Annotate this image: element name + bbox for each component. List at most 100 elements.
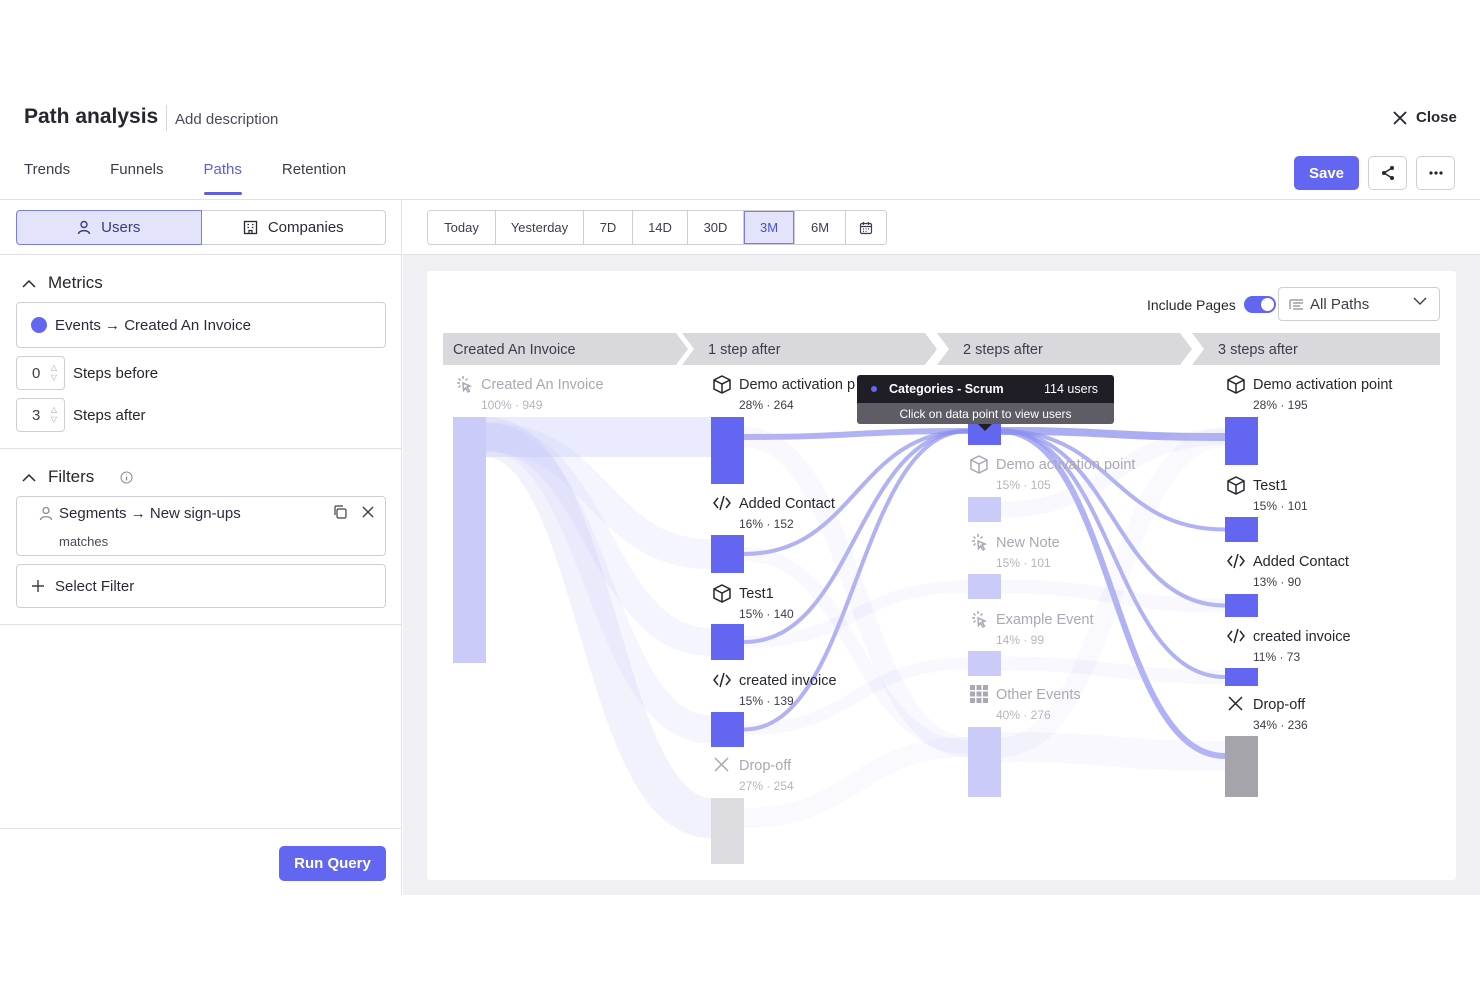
run-query-button[interactable]: Run Query <box>279 846 386 881</box>
steps-before-value: 0 <box>32 364 41 382</box>
sankey-node-bar <box>968 651 1001 676</box>
sankey-node-stat: 15% · 140 <box>739 607 794 621</box>
copy-icon[interactable] <box>333 505 347 519</box>
range-7d[interactable]: 7D <box>584 211 633 244</box>
cube-icon <box>713 375 731 394</box>
sankey-node-label: Demo activation p <box>739 377 855 393</box>
path-analysis-app: Path analysis Add description Close Tren… <box>0 95 1480 895</box>
metrics-section-toggle[interactable]: Metrics <box>22 273 103 293</box>
save-button[interactable]: Save <box>1294 156 1359 190</box>
grid-cell <box>976 691 982 697</box>
sankey-link <box>1000 732 1226 771</box>
sankey-node-label: created invoice <box>739 673 837 689</box>
panel-divider <box>0 828 402 829</box>
sankey-node-label: Demo activation point <box>996 457 1135 473</box>
range-3m[interactable]: 3M <box>744 211 795 244</box>
select-filter-label: Select Filter <box>55 577 135 595</box>
close-icon <box>1393 110 1407 125</box>
info-icon[interactable] <box>120 471 133 484</box>
tooltip-hint: Click on data point to view users <box>857 403 1114 424</box>
close-button[interactable]: Close <box>1392 109 1457 126</box>
sankey-node-label: Test1 <box>1253 478 1288 494</box>
panel-divider <box>0 624 402 625</box>
x-icon <box>714 757 729 772</box>
code-icon <box>1227 628 1245 644</box>
entity-toggle: Users Companies <box>16 210 386 245</box>
custom-range-button[interactable] <box>846 211 886 244</box>
stepper-arrows-icon[interactable]: △ ▽ <box>51 405 57 425</box>
sankey-node-bar <box>711 535 744 573</box>
cube-shape <box>1227 476 1245 495</box>
range-yesterday[interactable]: Yesterday <box>496 211 584 244</box>
sankey-node-label: created invoice <box>1253 629 1351 645</box>
path-chart-card: Include Pages All Paths Created An Invoi… <box>427 271 1456 880</box>
analysis-tabs: Trends Funnels Paths Retention <box>24 161 346 195</box>
code-shape <box>1227 628 1245 644</box>
steps-before-input[interactable]: 0 △ ▽ <box>16 356 65 390</box>
column-header-label: 2 steps after <box>963 342 1043 358</box>
stepper-arrows-icon[interactable]: △ ▽ <box>51 363 57 383</box>
sankey-link <box>1000 656 1226 684</box>
click-icon <box>972 611 988 629</box>
code-shape <box>713 672 731 688</box>
add-description-link[interactable]: Add description <box>175 111 278 128</box>
sankey-node-bar <box>711 712 744 747</box>
sankey-node-stat: 28% · 195 <box>1253 398 1308 412</box>
code-icon <box>713 495 731 511</box>
panel-divider <box>0 448 402 449</box>
tab-funnels[interactable]: Funnels <box>110 161 163 195</box>
tab-trends[interactable]: Trends <box>24 161 70 195</box>
range-14d[interactable]: 14D <box>633 211 688 244</box>
sankey-node-stat: 100% · 949 <box>481 398 543 412</box>
date-range-bar: Today Yesterday 7D 14D 30D 3M 6M <box>403 200 1480 255</box>
remove-icon[interactable] <box>361 505 375 519</box>
cube-icon <box>1227 476 1245 495</box>
plus-icon <box>32 580 44 592</box>
share-icon <box>1381 166 1394 180</box>
chevron-up-icon <box>22 279 36 288</box>
grid-cell <box>976 685 982 690</box>
grid-cell <box>970 691 975 697</box>
filter-operator[interactable]: matches <box>59 534 108 549</box>
sankey-node-stat: 15% · 139 <box>739 694 794 708</box>
grid-icon <box>970 685 988 703</box>
click-shape <box>457 376 473 394</box>
grid-cell <box>983 691 988 697</box>
tab-retention[interactable]: Retention <box>282 161 346 195</box>
code-shape <box>1227 553 1245 569</box>
grid-cell <box>983 685 988 690</box>
sankey-node-bar <box>1225 594 1258 617</box>
sankey-node-stat: 11% · 73 <box>1253 650 1300 664</box>
more-button[interactable] <box>1416 156 1455 190</box>
filter-actions <box>333 505 375 519</box>
steps-after-input[interactable]: 3 △ ▽ <box>16 398 65 432</box>
metric-selector[interactable]: Events → Created An Invoice <box>16 302 386 348</box>
column-header-label: 3 steps after <box>1218 342 1298 358</box>
sankey-node-label: Test1 <box>739 586 774 602</box>
select-filter-button[interactable]: Select Filter <box>16 564 386 608</box>
code-shape <box>713 495 731 511</box>
sankey-node-bar <box>1225 668 1258 686</box>
filters-section-toggle[interactable]: Filters <box>22 467 133 487</box>
range-30d[interactable]: 30D <box>688 211 744 244</box>
cube-shape <box>1227 375 1245 394</box>
tooltip-name: Categories - Scrum <box>889 382 1004 396</box>
filter-row[interactable]: Segments → New sign-ups <box>39 505 241 522</box>
users-label: Users <box>101 219 141 236</box>
cube-shape <box>970 455 988 474</box>
tab-paths[interactable]: Paths <box>203 161 243 195</box>
x-icon <box>1228 696 1243 711</box>
sankey-node-stat: 15% · 105 <box>996 478 1051 492</box>
filter-label: Segments → New sign-ups <box>59 505 241 522</box>
sankey-node-stat: 15% · 101 <box>1253 499 1308 513</box>
companies-toggle[interactable]: Companies <box>201 210 386 245</box>
sankey-node-bar <box>968 497 1001 522</box>
range-6m[interactable]: 6M <box>795 211 846 244</box>
users-toggle[interactable]: Users <box>16 210 202 245</box>
cube-icon <box>970 455 988 474</box>
range-today[interactable]: Today <box>428 211 496 244</box>
tooltip-color-dot <box>871 386 877 392</box>
tooltip-pointer <box>978 424 992 431</box>
sankey-node-bar <box>1225 736 1258 797</box>
share-button[interactable] <box>1368 156 1407 190</box>
